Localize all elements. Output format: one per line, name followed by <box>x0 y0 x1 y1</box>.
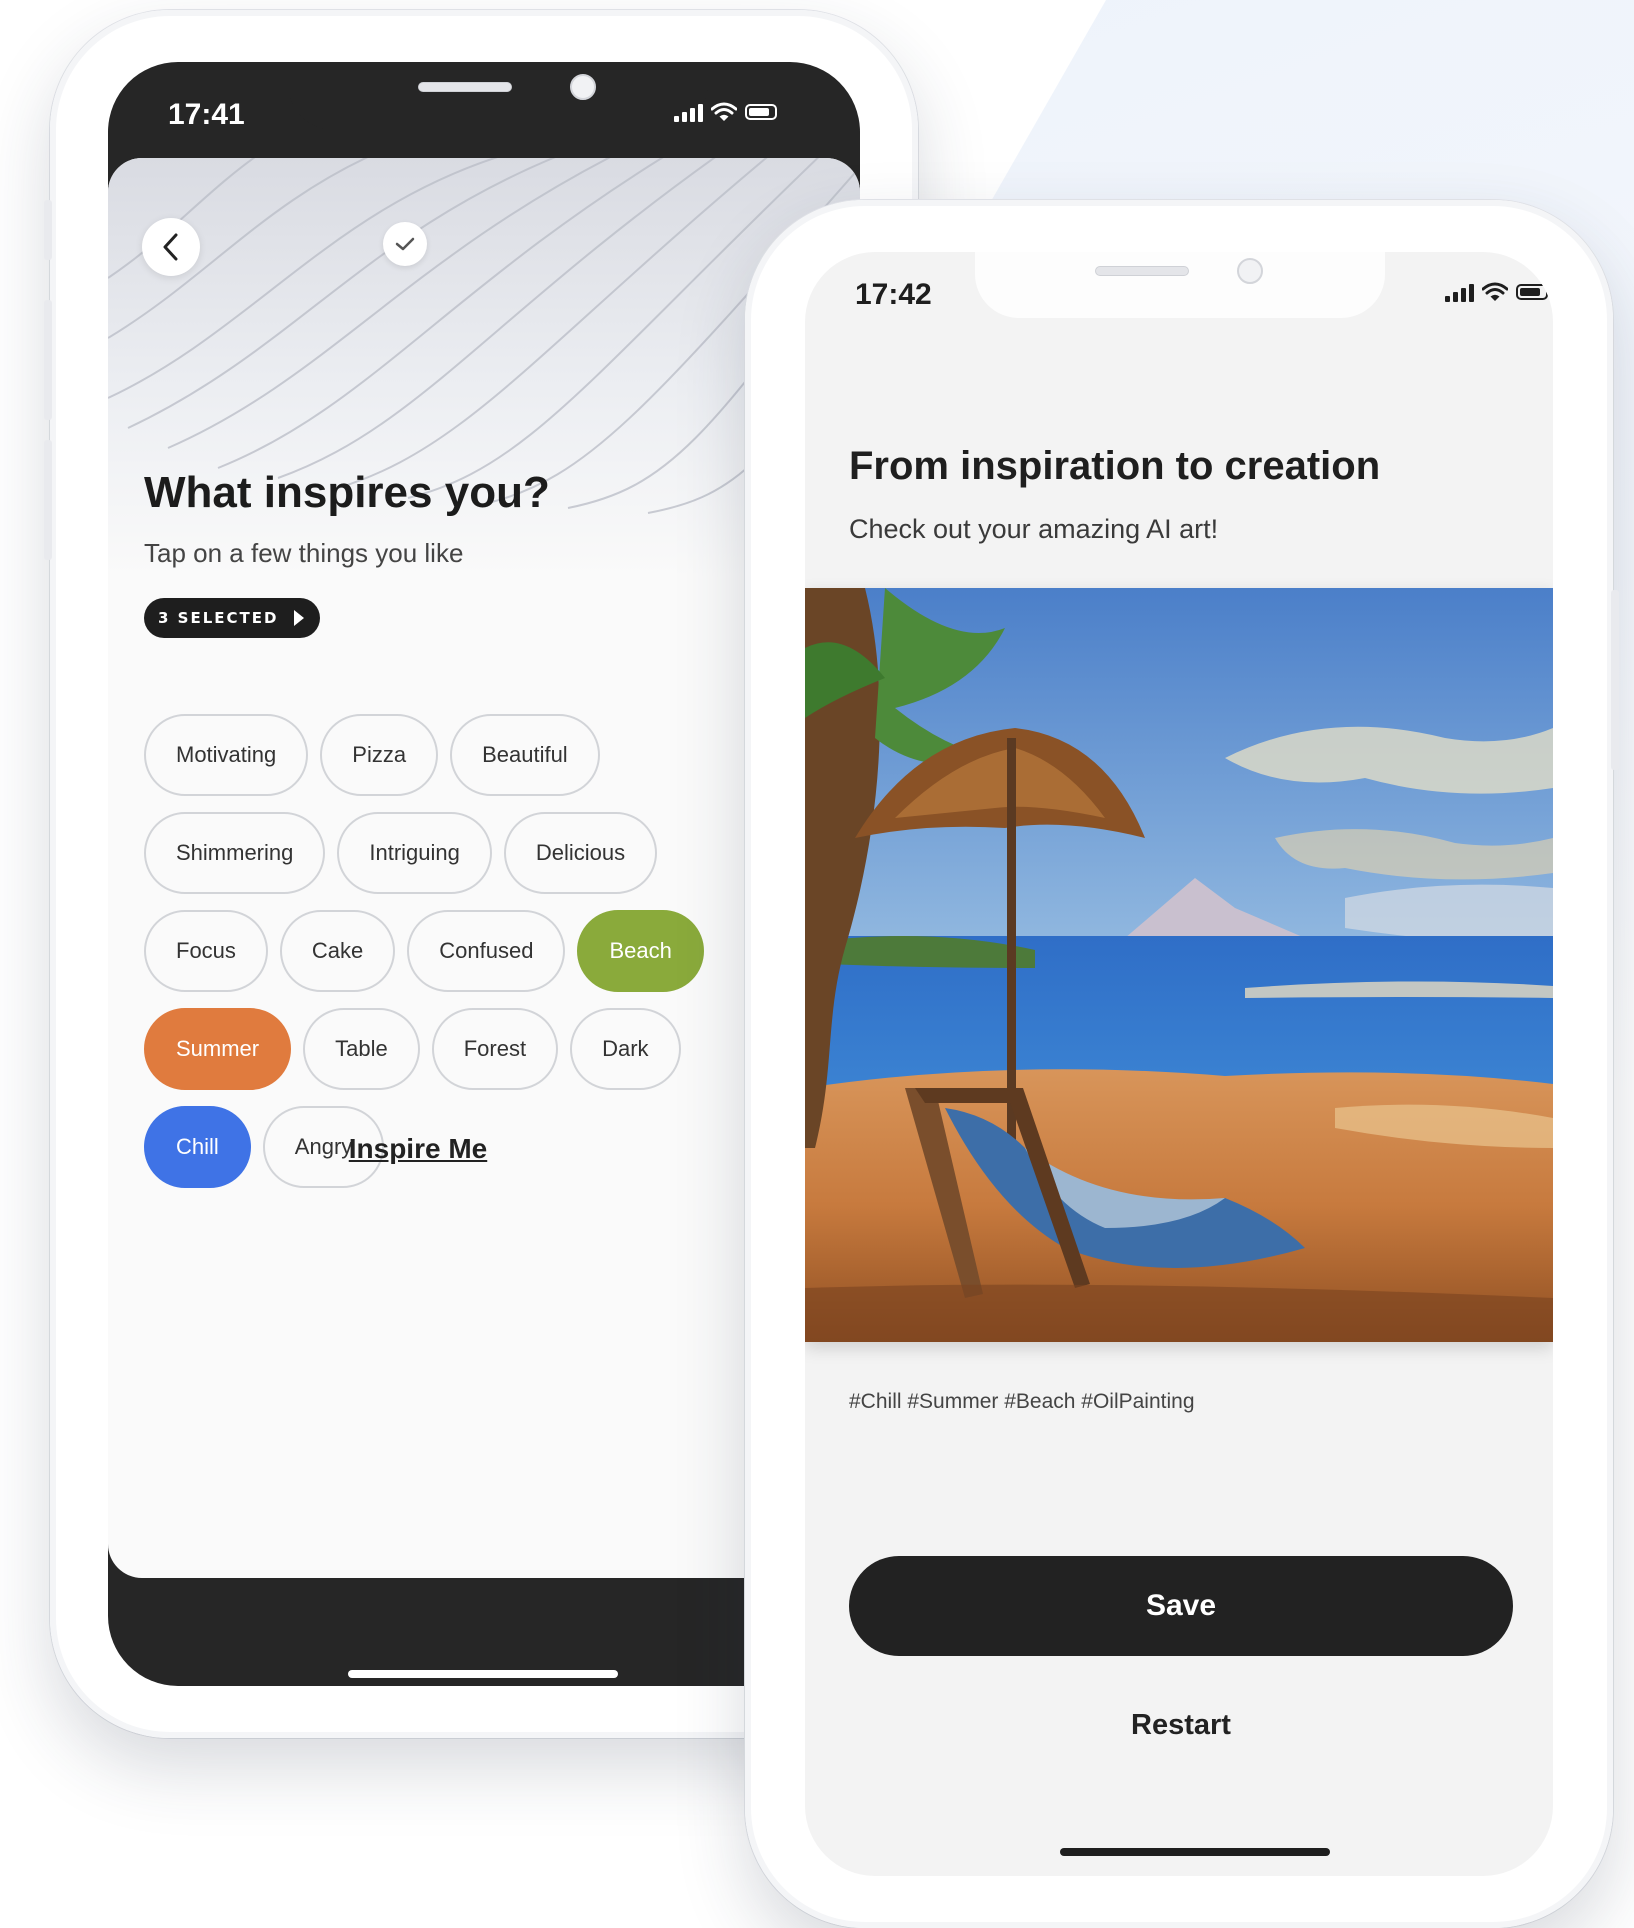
chip-cake[interactable]: Cake <box>279 910 396 992</box>
topic-chips: Motivating Pizza Beautiful Shimmering Intrig… <box>144 714 844 1204</box>
chip-intriguing[interactable]: Intriguing <box>337 812 492 894</box>
status-time: 17:41 <box>168 98 245 131</box>
selected-count-badge[interactable]: 3 SELECTED <box>144 598 321 638</box>
chip-forest[interactable]: Forest <box>431 1008 559 1090</box>
speaker <box>1095 266 1189 276</box>
chip-motivating[interactable]: Motivating <box>144 714 309 796</box>
speaker <box>418 82 512 92</box>
inspire-me-link[interactable]: Inspire Me <box>108 1133 728 1165</box>
chip-dark[interactable]: Dark <box>570 1008 681 1090</box>
battery-icon <box>1516 284 1551 300</box>
phone-right: 17:42 From inspiration to creation Check… <box>745 200 1619 1928</box>
volume-down-button <box>44 440 52 560</box>
check-icon <box>395 237 415 251</box>
screen-result: 17:42 From inspiration to creation Check… <box>805 252 1553 1876</box>
chip-row: Shimmering Intriguing Delicious <box>144 812 844 894</box>
beach-painting <box>805 588 1553 1342</box>
chip-shimmering[interactable]: Shimmering <box>144 812 326 894</box>
status-time: 17:42 <box>855 278 932 311</box>
battery-icon <box>745 104 780 120</box>
chevron-left-icon <box>163 233 178 261</box>
save-button[interactable]: Save <box>849 1556 1513 1656</box>
status-icons <box>1445 282 1551 302</box>
power-button <box>1611 590 1619 770</box>
check-button[interactable] <box>383 222 427 266</box>
selected-count-label: 3 SELECTED <box>158 609 279 627</box>
chip-beautiful[interactable]: Beautiful <box>450 714 600 796</box>
home-indicator <box>348 1670 618 1678</box>
art-hashtags: #Chill #Summer #Beach #OilPainting <box>849 1390 1195 1413</box>
chip-pizza[interactable]: Pizza <box>320 714 439 796</box>
chip-confused[interactable]: Confused <box>407 910 566 992</box>
generated-art-image <box>805 588 1553 1342</box>
chip-focus[interactable]: Focus <box>144 910 268 992</box>
front-camera <box>1237 258 1263 284</box>
notch <box>975 252 1385 318</box>
restart-button[interactable]: Restart <box>849 1700 1513 1750</box>
back-button[interactable] <box>142 218 200 276</box>
notch <box>288 62 708 130</box>
page-title: What inspires you? <box>144 468 550 517</box>
page-subtitle: Tap on a few things you like <box>144 538 464 568</box>
chip-row: Motivating Pizza Beautiful <box>144 714 844 796</box>
chip-summer[interactable]: Summer <box>144 1008 292 1090</box>
signal-icon <box>674 102 703 122</box>
chip-row: Summer Table Forest Dark <box>144 1008 844 1090</box>
signal-icon <box>1445 282 1474 302</box>
wifi-icon <box>711 102 737 121</box>
front-camera <box>570 74 596 100</box>
chip-beach[interactable]: Beach <box>577 910 704 992</box>
chip-table[interactable]: Table <box>303 1008 420 1090</box>
mute-switch <box>44 200 52 260</box>
wifi-icon <box>1482 282 1508 301</box>
home-indicator <box>1060 1848 1330 1856</box>
volume-up-button <box>44 300 52 420</box>
page-title: From inspiration to creation <box>849 444 1381 488</box>
caret-right-icon <box>294 610 305 626</box>
status-icons <box>674 102 780 122</box>
page-subtitle: Check out your amazing AI art! <box>849 514 1219 544</box>
chip-row: Focus Cake Confused Beach <box>144 910 844 992</box>
chip-delicious[interactable]: Delicious <box>503 812 658 894</box>
